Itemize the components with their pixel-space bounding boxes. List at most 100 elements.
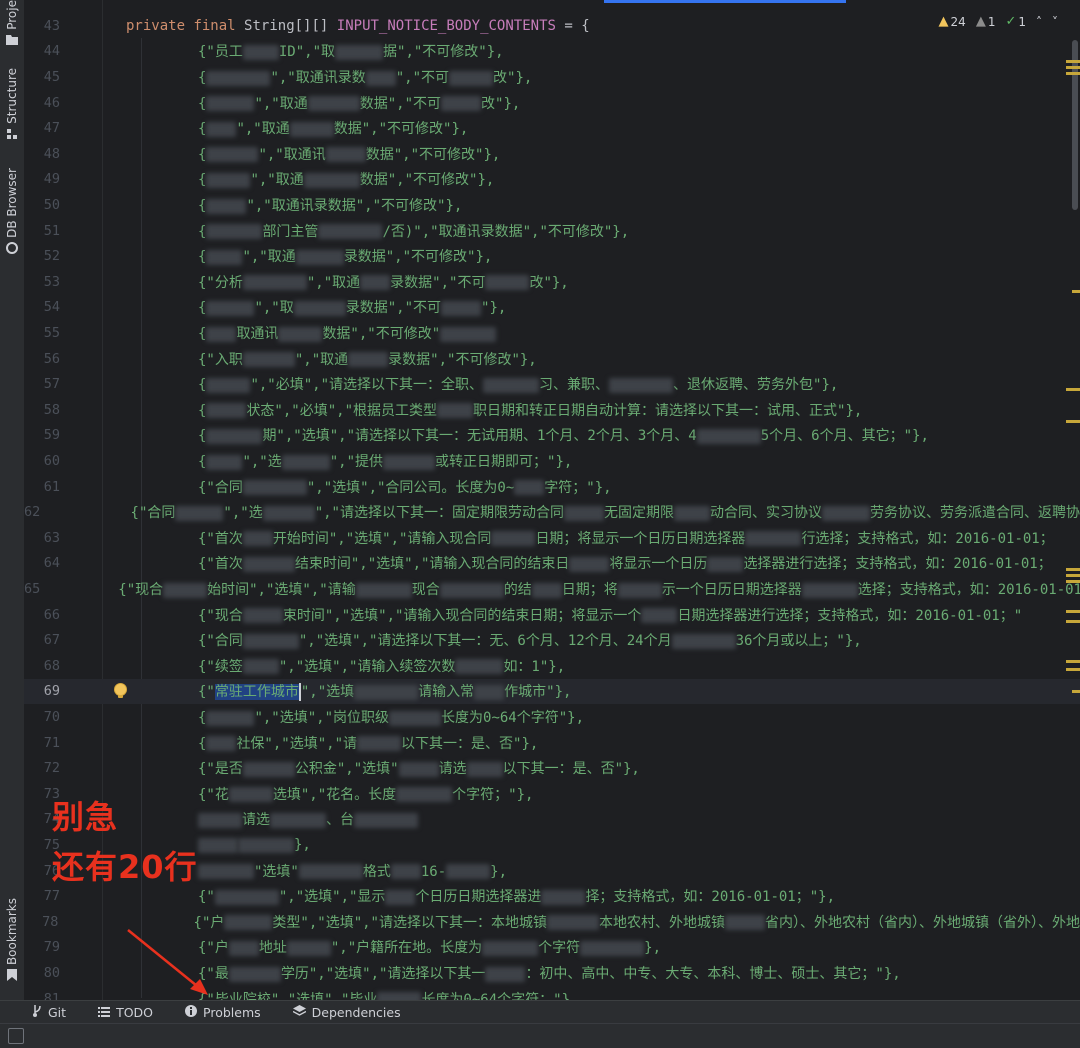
- error-stripe-marker[interactable]: [1066, 60, 1080, 63]
- error-stripe-marker[interactable]: [1066, 610, 1080, 613]
- code-line[interactable]: 73 {"花 选填","花名。长度 个字符；"},: [24, 781, 1080, 807]
- redacted-text: [396, 787, 453, 803]
- error-stripe-marker[interactable]: [1066, 660, 1080, 663]
- code-line[interactable]: 47 {","取通 数据","不可修改"},: [24, 115, 1080, 141]
- error-stripe-marker[interactable]: [1066, 568, 1080, 571]
- string-token: ","请选择以下其一：固定期限劳动合同: [314, 505, 564, 522]
- redacted-text: [206, 326, 237, 342]
- code-line[interactable]: 65 {"现合 始时间","选填","请输 现合 的结 日期；将 示一个日历日期选择器 选择；…: [24, 576, 1080, 602]
- code-line[interactable]: 56 {"入职 ","取通 录数据","不可修改"},: [24, 346, 1080, 372]
- code-line[interactable]: 70 {","选填","岗位职级 长度为0~64个字符"},: [24, 704, 1080, 730]
- window-layout-icon[interactable]: [8, 1028, 24, 1044]
- code-line[interactable]: 50 {","取通讯录数据","不可修改"},: [24, 192, 1080, 218]
- code-line[interactable]: 66 {"现合 束时间","选填","请输入现合同的结束日期；将显示一个 日期选择器进…: [24, 602, 1080, 628]
- code-line[interactable]: 60 {","选 ","提供 或转正日期即可；"},: [24, 448, 1080, 474]
- line-number: 67: [43, 632, 60, 649]
- error-stripe-marker[interactable]: [1066, 668, 1080, 671]
- line-content: {"最 学历","选填","请选择以下其一 ：初中、高中、中专、大专、本科、博士、硕…: [198, 963, 901, 983]
- project-tool-tab[interactable]: Proje: [2, 0, 22, 46]
- error-stripe-marker[interactable]: [1066, 72, 1080, 75]
- code-line[interactable]: 62 {"合同 ","选 ","请选择以下其一：固定期限劳动合同 无固定期限 动合同、实习…: [24, 499, 1080, 525]
- line-number: 55: [43, 325, 60, 342]
- code-line[interactable]: 68 {"续签 ","选填","请输入续签次数 如：1"},: [24, 653, 1080, 679]
- code-line[interactable]: 71 {社保","选填","请 以下其一：是、否"},: [24, 730, 1080, 756]
- line-number: 44: [43, 43, 60, 60]
- string-token: },: [490, 863, 508, 880]
- line-content: {"分析 ","取通 录数据","不可 改"},: [198, 272, 569, 292]
- redacted-text: [671, 633, 736, 649]
- error-stripe-marker[interactable]: [1066, 580, 1080, 583]
- string-token: 动合同、实习协议: [710, 505, 822, 522]
- error-stripe-marker[interactable]: [1066, 66, 1080, 69]
- redacted-text: [198, 812, 242, 828]
- error-stripe-marker[interactable]: [1066, 388, 1080, 391]
- code-line[interactable]: 53 {"分析 ","取通 录数据","不可 改"},: [24, 269, 1080, 295]
- line-content: {","必填","请选择以下其一：全职、 习、兼职、 、退休返聘、劳务外包"},: [198, 374, 838, 394]
- code-line[interactable]: 52 {","取通 录数据","不可修改"},: [24, 243, 1080, 269]
- structure-tool-tab[interactable]: Structure: [2, 68, 22, 140]
- gutter-slot: [60, 423, 120, 449]
- git-tab-label: Git: [48, 1004, 67, 1020]
- code-line[interactable]: 67 {"合同 ","选填","请选择以下其一：无、6个月、12个月、24个月 36个…: [24, 627, 1080, 653]
- code-line[interactable]: 54 {","取 录数据","不可 "},: [24, 295, 1080, 321]
- error-stripe-marker[interactable]: [1072, 690, 1080, 693]
- git-tab[interactable]: Git: [22, 1004, 76, 1020]
- code-line[interactable]: 61 {"合同 ","选填","合同公司。长度为0~ 字符；"},: [24, 474, 1080, 500]
- gutter-slot: [60, 141, 120, 167]
- next-highlight-arrow[interactable]: ˅: [1052, 15, 1058, 29]
- code-line[interactable]: 49 {","取通 数据","不可修改"},: [24, 167, 1080, 193]
- problems-tab[interactable]: Problems: [175, 1004, 271, 1020]
- selected-text[interactable]: 常驻工作城市: [214, 684, 299, 701]
- bookmarks-tool-tab[interactable]: Bookmarks: [2, 898, 22, 982]
- line-number: 53: [43, 273, 60, 290]
- inspections-widget[interactable]: ▲ 24 ▲ 1 ✓ 1 ˄ ˅: [934, 12, 1062, 31]
- string-token: 选填","花名。长度: [272, 786, 397, 803]
- weak-warnings-counter[interactable]: ▲ 1: [976, 14, 996, 29]
- dependencies-tab[interactable]: Dependencies: [283, 1004, 411, 1020]
- redacted-text: [228, 940, 259, 956]
- line-number: 79: [43, 939, 60, 956]
- db-browser-tool-tab[interactable]: DB Browser: [2, 168, 22, 254]
- string-token: {: [198, 146, 207, 163]
- error-stripe-marker[interactable]: [1072, 290, 1080, 293]
- string-token: 期","选填","请选择以下其一：无试用期、1个月、2个月、3个月、4: [262, 428, 697, 445]
- code-line[interactable]: 72 {"是否 公积金","选填" 请选 以下其一：是、否"},: [24, 755, 1080, 781]
- warnings-counter[interactable]: ▲ 24: [939, 14, 966, 29]
- code-line[interactable]: 69 {"常驻工作城市 ","选填 请输入常 作城市"},: [24, 678, 1080, 705]
- previous-highlight-arrow[interactable]: ˄: [1036, 15, 1042, 29]
- line-content: {状态","必填","根据员工类型 职日期和转正日期自动计算：请选择以下其一：试用…: [198, 400, 862, 420]
- lightbulb-icon[interactable]: [115, 683, 126, 698]
- line-number: 51: [43, 222, 60, 239]
- string-token: 16-: [420, 863, 447, 880]
- string-token: 5个月、6个月、其它；"},: [760, 428, 929, 445]
- line-content: {"户 地址 ","户籍所在地。长度为 个字符},: [198, 937, 661, 957]
- code-line[interactable]: 43 private final String[][] INPUT_NOTICE_…: [24, 13, 1080, 39]
- error-stripe-marker[interactable]: [1066, 574, 1080, 577]
- line-number: 52: [43, 248, 60, 265]
- code-line[interactable]: 44 {"员工 ID","取 据","不可修改"},: [24, 39, 1080, 65]
- string-token: "},: [481, 300, 507, 317]
- code-line[interactable]: 48 {","取通讯 数据","不可修改"},: [24, 141, 1080, 167]
- code-line[interactable]: 59 {期","选填","请选择以下其一：无试用期、1个月、2个月、3个月、4 5个…: [24, 423, 1080, 449]
- string-token: ：初中、高中、中专、大专、本科、博士、硕士、其它；"},: [525, 966, 901, 983]
- code-line[interactable]: 46 {","取通 数据","不可 改"},: [24, 90, 1080, 116]
- line-number: 81: [43, 990, 60, 1000]
- string-token: 的结: [503, 582, 532, 599]
- todo-tab[interactable]: TODO: [88, 1005, 163, 1020]
- error-stripe-marker[interactable]: [1066, 620, 1080, 623]
- code-line[interactable]: 45 {","取通讯录数 ","不可 改"},: [24, 64, 1080, 90]
- string-token: ","取通讯录数: [270, 70, 366, 87]
- string-token: /否)","取通讯录数据","不可修改"},: [382, 223, 630, 240]
- code-line[interactable]: 55 {取通讯 数据","不可修改": [24, 320, 1080, 346]
- redacted-text: [485, 966, 526, 982]
- typos-counter[interactable]: ✓ 1: [1005, 14, 1026, 29]
- code-line[interactable]: 51 {部门主管/否)","取通讯录数据","不可修改"},: [24, 218, 1080, 244]
- string-token: {"现合: [118, 582, 164, 599]
- code-line[interactable]: 57 {","必填","请选择以下其一：全职、 习、兼职、 、退休返聘、劳务外包"},: [24, 371, 1080, 397]
- code-line[interactable]: 64 {"首次 结束时间","选填","请输入现合同的结束日 将显示一个日历 选择器进行…: [24, 551, 1080, 577]
- code-line[interactable]: 63 {"首次 开始时间","选填","请输入现合同 日期；将显示一个日历日期选择器 行…: [24, 525, 1080, 551]
- error-stripe-marker[interactable]: [1066, 420, 1080, 423]
- string-token: {: [198, 735, 207, 752]
- code-line[interactable]: 58 {状态","必填","根据员工类型 职日期和转正日期自动计算：请选择以下其一：…: [24, 397, 1080, 423]
- code-line[interactable]: 74 请选 、台: [24, 807, 1080, 833]
